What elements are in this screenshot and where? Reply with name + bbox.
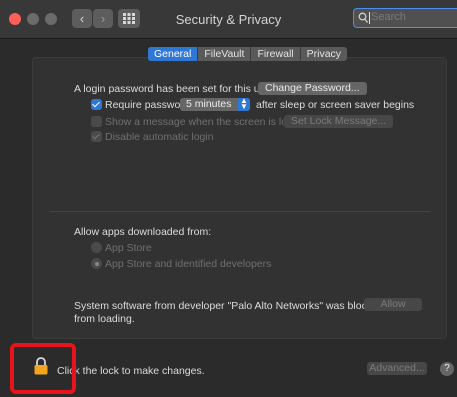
allow-apps-heading: Allow apps downloaded from: xyxy=(74,226,212,238)
tab-firewall[interactable]: Firewall xyxy=(251,47,301,61)
tab-general[interactable]: General xyxy=(148,47,199,61)
disable-auto-login-label: Disable automatic login xyxy=(105,131,214,143)
text-cursor xyxy=(369,12,370,24)
require-password-label: Require password xyxy=(105,99,190,111)
radio-identified-label: App Store and identified developers xyxy=(105,258,272,270)
require-password-value: 5 minutes xyxy=(186,98,232,110)
title-bar: ‹ › Security & Privacy Search xyxy=(0,0,457,39)
require-password-select[interactable]: 5 minutes ▲ ▼ xyxy=(180,97,250,111)
require-password-suffix: after sleep or screen saver begins xyxy=(256,99,415,111)
set-lock-message-button[interactable]: Set Lock Message... xyxy=(284,115,394,128)
lock-text: Click the lock to make changes. xyxy=(57,365,205,377)
tab-privacy[interactable]: Privacy xyxy=(301,47,347,61)
search-placeholder: Search xyxy=(371,11,406,23)
radio-identified-developers[interactable] xyxy=(91,258,102,269)
login-password-text: A login password has been set for this u… xyxy=(74,83,275,95)
stepper-arrows-icon: ▲ ▼ xyxy=(238,97,250,111)
blocked-software-text-2: from loading. xyxy=(74,313,135,325)
search-input[interactable]: Search xyxy=(353,8,457,28)
radio-app-store-label: App Store xyxy=(105,242,152,254)
change-password-button[interactable]: Change Password... xyxy=(258,82,367,95)
tab-filevault[interactable]: FileVault xyxy=(198,47,252,61)
search-icon xyxy=(358,12,368,23)
help-button[interactable]: ? xyxy=(440,362,454,376)
preferences-window: ‹ › Security & Privacy Search General Fi… xyxy=(0,0,457,397)
require-password-checkbox[interactable] xyxy=(91,99,102,110)
radio-app-store[interactable] xyxy=(91,242,102,253)
show-message-label: Show a message when the screen is locked xyxy=(105,116,310,128)
section-divider xyxy=(50,211,430,212)
blocked-software-text: System software from developer "Palo Alt… xyxy=(74,300,384,312)
advanced-button[interactable]: Advanced... xyxy=(367,362,427,375)
lock-highlight-annotation xyxy=(10,343,76,394)
allow-button[interactable]: Allow xyxy=(364,298,422,311)
show-message-checkbox[interactable] xyxy=(91,116,102,127)
tab-bar: General FileVault Firewall Privacy xyxy=(148,47,348,61)
disable-auto-login-checkbox[interactable] xyxy=(91,131,102,142)
